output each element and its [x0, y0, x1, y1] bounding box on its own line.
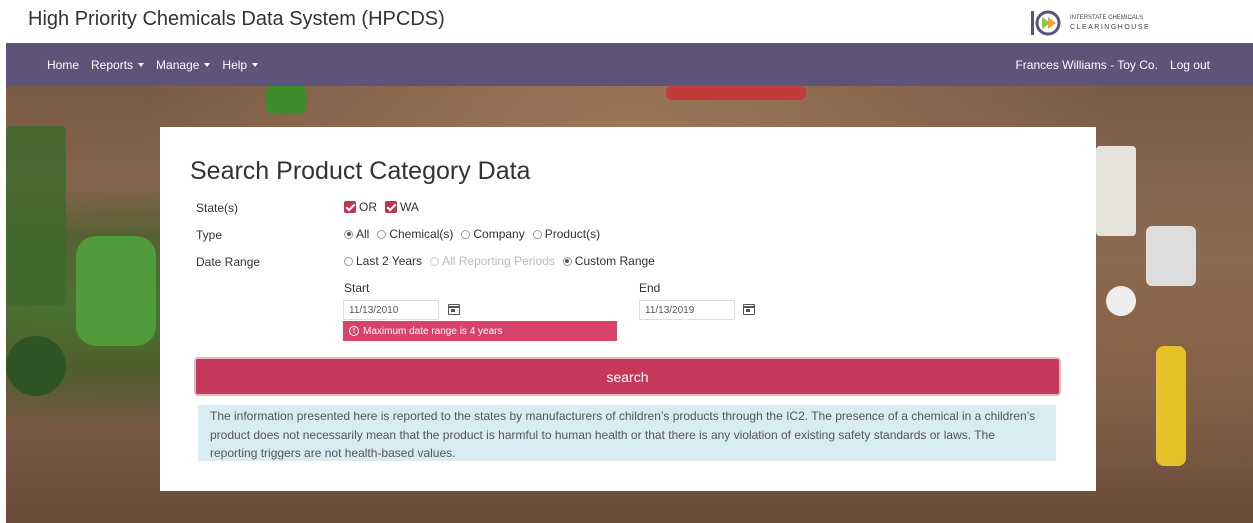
end-date-input[interactable]: 11/13/2019	[639, 300, 735, 320]
radio-last-2-years[interactable]	[344, 256, 353, 266]
date-range-error: ! Maximum date range is 4 years	[343, 321, 617, 341]
nav-reports[interactable]: Reports	[91, 58, 145, 72]
radio-type-company[interactable]	[461, 229, 471, 239]
radio-custom-range-label: Custom Range	[574, 254, 655, 268]
radio-all-reporting-periods-label: All Reporting Periods	[442, 254, 555, 268]
nav-help[interactable]: Help	[222, 58, 259, 72]
logo-line1: INTERSTATE CHEMICALS	[1070, 15, 1144, 21]
toy-shape	[1146, 226, 1196, 286]
radio-type-products[interactable]	[532, 229, 542, 239]
calendar-icon[interactable]	[743, 304, 755, 315]
logout-link[interactable]: Log out	[1170, 58, 1210, 72]
ic2-logo[interactable]: INTERSTATE CHEMICALS CLEARINGHOUSE	[1030, 7, 1150, 39]
radio-all-reporting-periods	[430, 256, 440, 266]
checkbox-or-label: OR	[359, 200, 377, 214]
calendar-icon[interactable]	[448, 304, 460, 315]
toy-shape	[1156, 346, 1186, 466]
radio-type-chemicals-label: Chemical(s)	[389, 227, 454, 241]
radio-type-products-label: Product(s)	[544, 227, 601, 241]
type-options: All Chemical(s) Company Product(s)	[344, 227, 600, 241]
disclaimer-info: The information presented here is report…	[198, 405, 1056, 461]
radio-last-2-years-label: Last 2 Years	[356, 254, 423, 268]
radio-custom-range[interactable]	[562, 256, 572, 266]
user-name-link[interactable]: Frances Williams - Toy Co.	[1015, 58, 1157, 72]
error-text: Maximum date range is 4 years	[363, 325, 503, 337]
ic2-logo-icon	[1030, 8, 1066, 38]
start-label: Start	[344, 281, 370, 295]
caret-down-icon	[252, 62, 259, 67]
radio-type-all-label: All	[356, 227, 370, 241]
toy-shape	[6, 336, 66, 396]
form-title: Search Product Category Data	[190, 157, 531, 185]
nav-home[interactable]: Home	[47, 58, 79, 72]
date-range-label: Date Range	[196, 255, 261, 269]
app-title: High Priority Chemicals Data System (HPC…	[28, 8, 445, 30]
states-label: State(s)	[196, 201, 239, 215]
radio-type-chemicals[interactable]	[377, 229, 387, 239]
checkbox-wa-label: WA	[400, 200, 419, 214]
end-label: End	[639, 281, 661, 295]
toy-shape	[76, 236, 156, 346]
radio-type-company-label: Company	[473, 227, 525, 241]
app-header: High Priority Chemicals Data System (HPC…	[0, 0, 1253, 43]
start-date-input[interactable]: 11/13/2010	[343, 300, 439, 320]
toy-shape	[1106, 286, 1136, 316]
toy-shape	[6, 126, 66, 306]
caret-down-icon	[204, 62, 211, 67]
checkbox-or[interactable]	[344, 201, 356, 213]
type-label: Type	[196, 228, 223, 242]
search-button[interactable]: search	[194, 357, 1061, 396]
radio-type-all[interactable]	[344, 229, 353, 239]
date-range-options: Last 2 Years All Reporting Periods Custo…	[344, 254, 655, 268]
logo-line2: CLEARINGHOUSE	[1070, 24, 1151, 31]
toy-shape	[666, 86, 806, 100]
caret-down-icon	[138, 62, 145, 67]
nav-manage[interactable]: Manage	[156, 58, 211, 72]
toy-shape	[266, 86, 306, 114]
main-navbar: Home Reports Manage Help Frances William…	[6, 43, 1253, 86]
alert-circle-icon: !	[349, 326, 359, 336]
search-form-card: Search Product Category Data State(s) OR…	[160, 127, 1096, 491]
toy-shape	[1096, 146, 1136, 236]
checkbox-wa[interactable]	[385, 201, 397, 213]
states-options: OR WA	[344, 200, 419, 214]
